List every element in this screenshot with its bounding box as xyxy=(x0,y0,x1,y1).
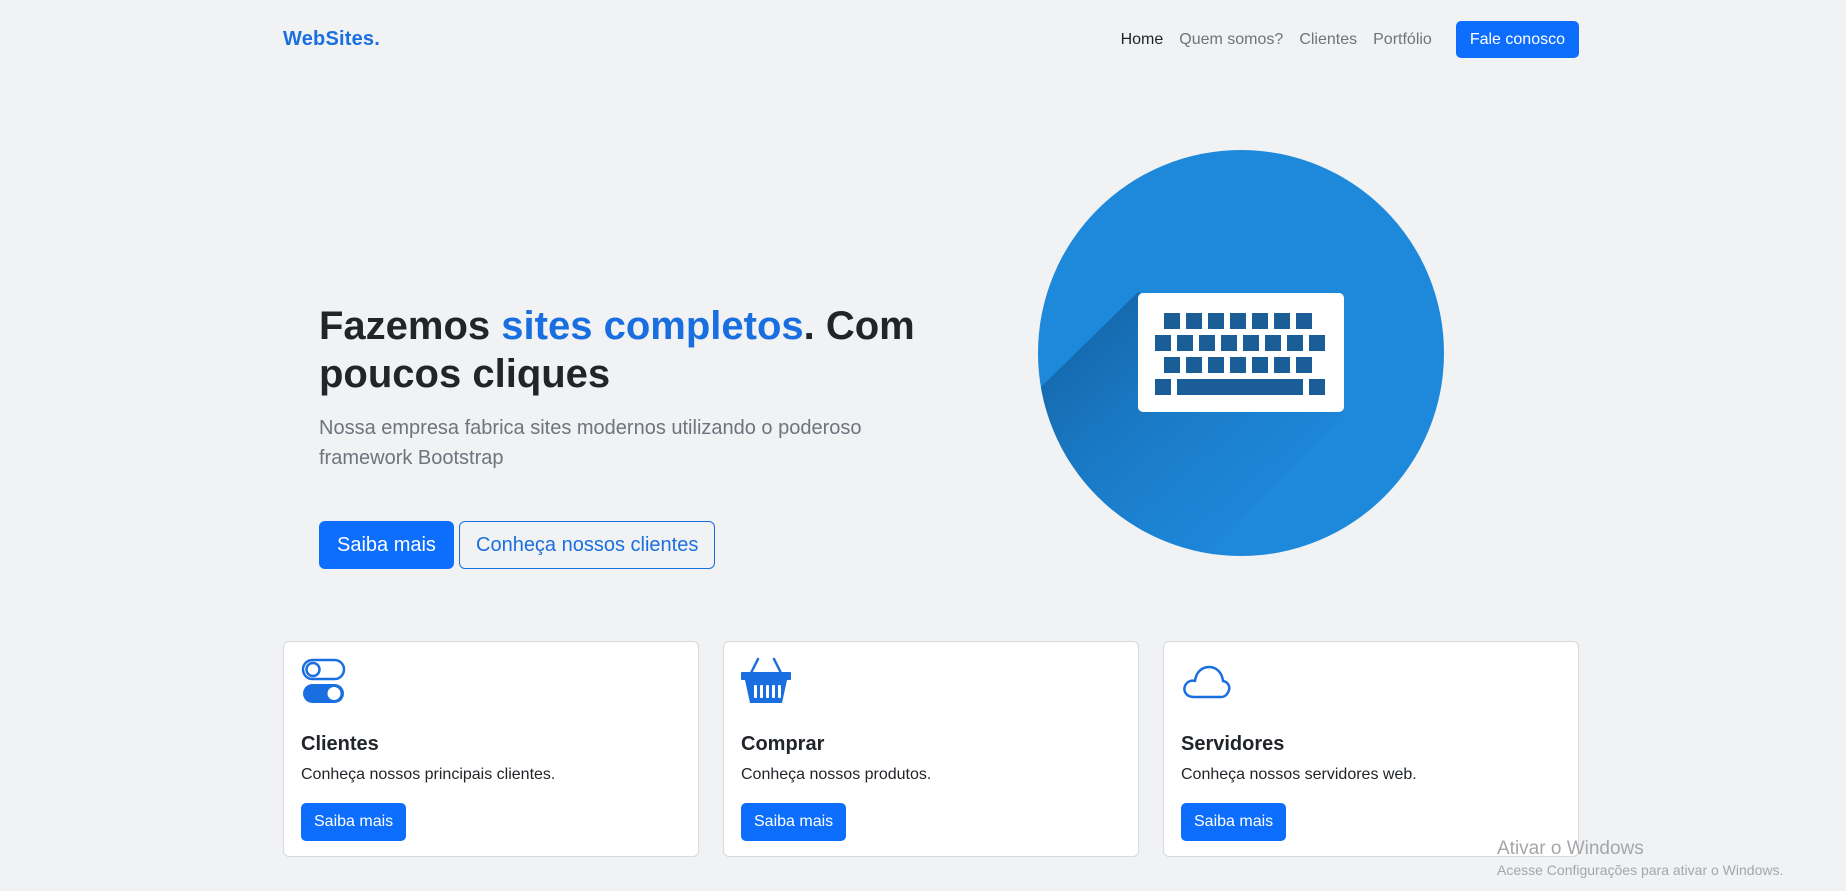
card-learn-more-button[interactable]: Saiba mais xyxy=(741,803,847,841)
nav-link-home[interactable]: Home xyxy=(1121,31,1164,49)
nav-link-quem-somos[interactable]: Quem somos? xyxy=(1179,31,1283,49)
navbar: WebSites. Home Quem somos? Clientes Port… xyxy=(283,20,1579,59)
brand-logo[interactable]: WebSites. xyxy=(283,28,380,51)
card-title: Clientes xyxy=(301,733,379,755)
windows-activation-title: Ativar o Windows xyxy=(1497,838,1644,859)
hero-title-accent: sites completos xyxy=(501,304,804,348)
keyboard-icon xyxy=(1038,150,1444,556)
basket-icon xyxy=(741,657,791,707)
card-learn-more-button[interactable]: Saiba mais xyxy=(301,803,407,841)
nav-link-clientes[interactable]: Clientes xyxy=(1299,31,1357,49)
card-comprar: Comprar Conheça nossos produtos. Saiba m… xyxy=(723,641,1139,857)
cloud-icon xyxy=(1181,657,1231,707)
nav-link-portfolio[interactable]: Portfólio xyxy=(1373,31,1432,49)
card-title: Comprar xyxy=(741,733,825,755)
card-learn-more-button[interactable]: Saiba mais xyxy=(1181,803,1287,841)
card-text: Conheça nossos servidores web. xyxy=(1181,766,1417,783)
windows-activation-subtitle: Acesse Configurações para ativar o Windo… xyxy=(1497,862,1784,878)
see-clients-button[interactable]: Conheça nossos clientes xyxy=(459,521,716,569)
card-text: Conheça nossos produtos. xyxy=(741,766,932,783)
card-clientes: Clientes Conheça nossos principais clien… xyxy=(283,641,699,857)
hero-lead: Nossa empresa fabrica sites modernos uti… xyxy=(319,417,862,469)
contact-button[interactable]: Fale conosco xyxy=(1455,21,1579,58)
nav-menu: Home Quem somos? Clientes Portfólio Fale… xyxy=(1105,21,1579,58)
hero-title-pre: Fazemos xyxy=(319,304,502,348)
toggles-icon xyxy=(301,657,351,707)
card-servidores: Servidores Conheça nossos servidores web… xyxy=(1163,641,1579,857)
learn-more-button[interactable]: Saiba mais xyxy=(319,521,454,569)
card-title: Servidores xyxy=(1181,733,1285,755)
hero-title: Fazemos sites completos. Com poucos cliq… xyxy=(319,302,919,398)
card-text: Conheça nossos principais clientes. xyxy=(301,766,556,783)
